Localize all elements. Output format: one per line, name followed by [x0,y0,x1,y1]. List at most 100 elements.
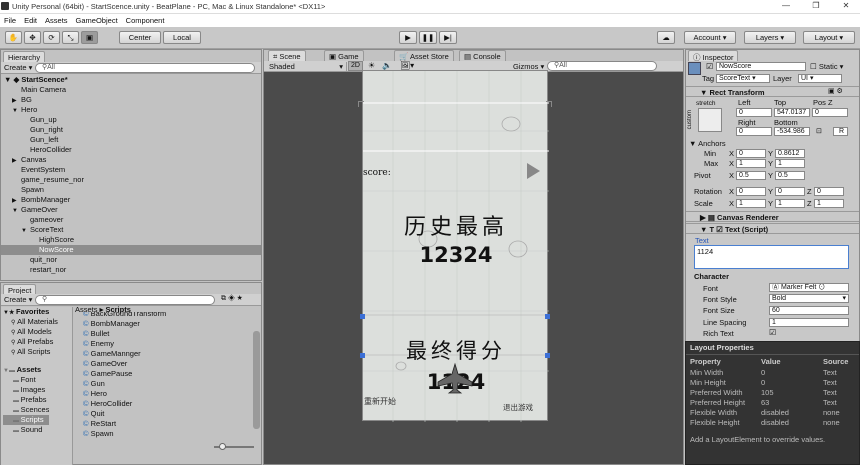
close-icon[interactable]: ✕ [832,1,860,13]
canvas-renderer-header[interactable]: ▶ ▤ Canvas Renderer [686,211,859,222]
script-file[interactable]: © GamePause [83,369,253,379]
object-name-field[interactable]: NowScore [716,62,806,71]
rotate-tool-icon[interactable]: ⟳ [43,31,60,44]
anchor-min-x[interactable]: 0 [736,149,766,158]
hierarchy-item[interactable]: ▶ BG [1,95,261,105]
project-create-button[interactable]: Create ▾ [4,295,32,304]
asset-folder[interactable]: ▬ Font [3,375,49,385]
scale-z[interactable]: 1 [814,199,844,208]
menu-assets[interactable]: Assets [41,14,72,27]
anchor-min-y[interactable]: 0.8612 [775,149,805,158]
project-scrollbar[interactable] [253,331,260,429]
anchor-handle-tr[interactable] [546,101,552,107]
hierarchy-item[interactable]: Gun_left [1,135,261,145]
font-size-field[interactable]: 60 [769,306,849,315]
filter-icons[interactable]: ⧉ ◈ ★ [221,295,243,303]
shading-mode-dropdown[interactable]: Shaded ▾ [269,62,347,71]
tab-asset-store[interactable]: 🛒 Asset Store [394,50,454,61]
anchors-foldout[interactable]: ▼ Anchors [689,139,726,148]
hierarchy-item[interactable]: HeroCollider [1,145,261,155]
favorites-header[interactable]: ▼★ Favorites [3,307,58,317]
font-style-dropdown[interactable]: Bold ▾ [769,294,849,303]
tab-game[interactable]: ▣ Game [324,50,364,61]
pivot-center-button[interactable]: Center [119,31,161,44]
hierarchy-item[interactable]: Gun_up [1,115,261,125]
script-file[interactable]: © Gun [83,379,253,389]
hierarchy-item[interactable]: EventSystem [1,165,261,175]
hierarchy-create-button[interactable]: Create ▾ [4,63,32,72]
blueprint-mode-icon[interactable]: ⊡ [816,127,822,135]
text-script-header[interactable]: ▼ T ☑ Text (Script) [686,223,859,234]
asset-folder[interactable]: ▬ Scripts [3,415,50,425]
text-value-area[interactable]: 1124 [694,245,849,269]
tab-inspector[interactable]: ⓘ Inspector [688,50,739,62]
hierarchy-item[interactable]: NowScore [1,245,261,255]
script-file[interactable]: © Quit [83,409,253,419]
favorites-item[interactable]: ⚲ All Materials [3,317,58,327]
menu-file[interactable]: File [0,14,20,27]
expand-arrow-icon[interactable]: ▼ [12,106,21,115]
2d-mode-toggle[interactable]: 2D [348,61,363,71]
maximize-icon[interactable]: ❐ [802,1,830,13]
hierarchy-item[interactable]: Spawn [1,185,261,195]
hierarchy-item[interactable]: ▶ BombManager [1,195,261,205]
favorites-item[interactable]: ⚲ All Models [3,327,58,337]
pause-play-icon[interactable] [527,163,540,179]
restart-button[interactable]: 重新开始 [364,396,396,407]
pivot-x[interactable]: 0.5 [736,171,766,180]
rect-tool-icon[interactable]: ▣ [81,31,98,44]
script-file[interactable]: © Hero [83,389,253,399]
hierarchy-item[interactable]: quit_nor [1,255,261,265]
layout-dropdown[interactable]: Layout ▾ [803,31,855,44]
rect-handle-4[interactable] [545,353,550,358]
hierarchy-item[interactable]: ▼ GameOver [1,205,261,215]
cloud-icon[interactable]: ☁ [657,31,675,44]
asset-folder[interactable]: ▬ Sound [3,425,49,435]
line-spacing-field[interactable]: 1 [769,318,849,327]
game-canvas[interactable]: score: 历史最高 12324 最终得分 1124 重新开始 退出游戏 [358,70,552,422]
anchor-max-y[interactable]: 1 [775,159,805,168]
hierarchy-item[interactable]: Main Camera [1,85,261,95]
hierarchy-item[interactable]: ▼ ScoreText [1,225,261,235]
menu-component[interactable]: Component [122,14,169,27]
rich-text-checkbox[interactable]: ☑ [769,328,776,337]
minimize-icon[interactable]: — [772,1,800,13]
menu-gameobject[interactable]: GameObject [72,14,122,27]
scene-search-input[interactable]: ⚲All [547,61,657,71]
step-icon[interactable]: ▶| [439,31,457,44]
project-search-input[interactable]: ⚲ [35,295,215,305]
anchor-handle-tl[interactable] [358,101,364,107]
expand-arrow-icon[interactable]: ▼ [12,206,21,215]
rotation-z[interactable]: 0 [814,187,844,196]
script-file[interactable]: © HeroCollider [83,399,253,409]
hand-tool-icon[interactable]: ✋ [5,31,22,44]
active-checkbox[interactable]: ☑ [706,62,713,71]
assets-root[interactable]: ▼▬ Assets [3,365,49,375]
layer-dropdown[interactable]: UI ▾ [798,74,842,83]
top-field[interactable]: 547.0137 [774,108,810,117]
script-file[interactable]: © Enemy [83,339,253,349]
zoom-slider-handle[interactable] [219,443,226,450]
raw-edit-button[interactable]: R [833,127,848,136]
rect-handle-3[interactable] [360,353,365,358]
favorites-item[interactable]: ⚲ All Scripts [3,347,58,357]
rect-handle-2[interactable] [545,314,550,319]
rotation-y[interactable]: 0 [775,187,805,196]
pivot-local-button[interactable]: Local [163,31,201,44]
audio-icon[interactable]: 🔈 [382,61,392,70]
hierarchy-item[interactable]: HighScore [1,235,261,245]
hierarchy-item[interactable]: game_resume_nor [1,175,261,185]
layers-dropdown[interactable]: Layers ▾ [744,31,796,44]
posz-field[interactable]: 0 [812,108,848,117]
tab-hierarchy[interactable]: Hierarchy [3,51,46,62]
expand-arrow-icon[interactable]: ▶ [12,156,21,165]
script-file[interactable]: © Spawn [83,429,253,439]
scene-root[interactable]: ▼ ◆ StartScence* [4,75,68,85]
scale-tool-icon[interactable]: ⤡ [62,31,79,44]
hierarchy-item[interactable]: ▶ Canvas [1,155,261,165]
hierarchy-item[interactable]: ▼ Hero [1,105,261,115]
tag-dropdown[interactable]: ScoreText ▾ [716,74,770,83]
quit-button[interactable]: 退出游戏 [503,402,533,413]
script-file[interactable]: © GameMannger [83,349,253,359]
favorites-item[interactable]: ⚲ All Prefabs [3,337,58,347]
